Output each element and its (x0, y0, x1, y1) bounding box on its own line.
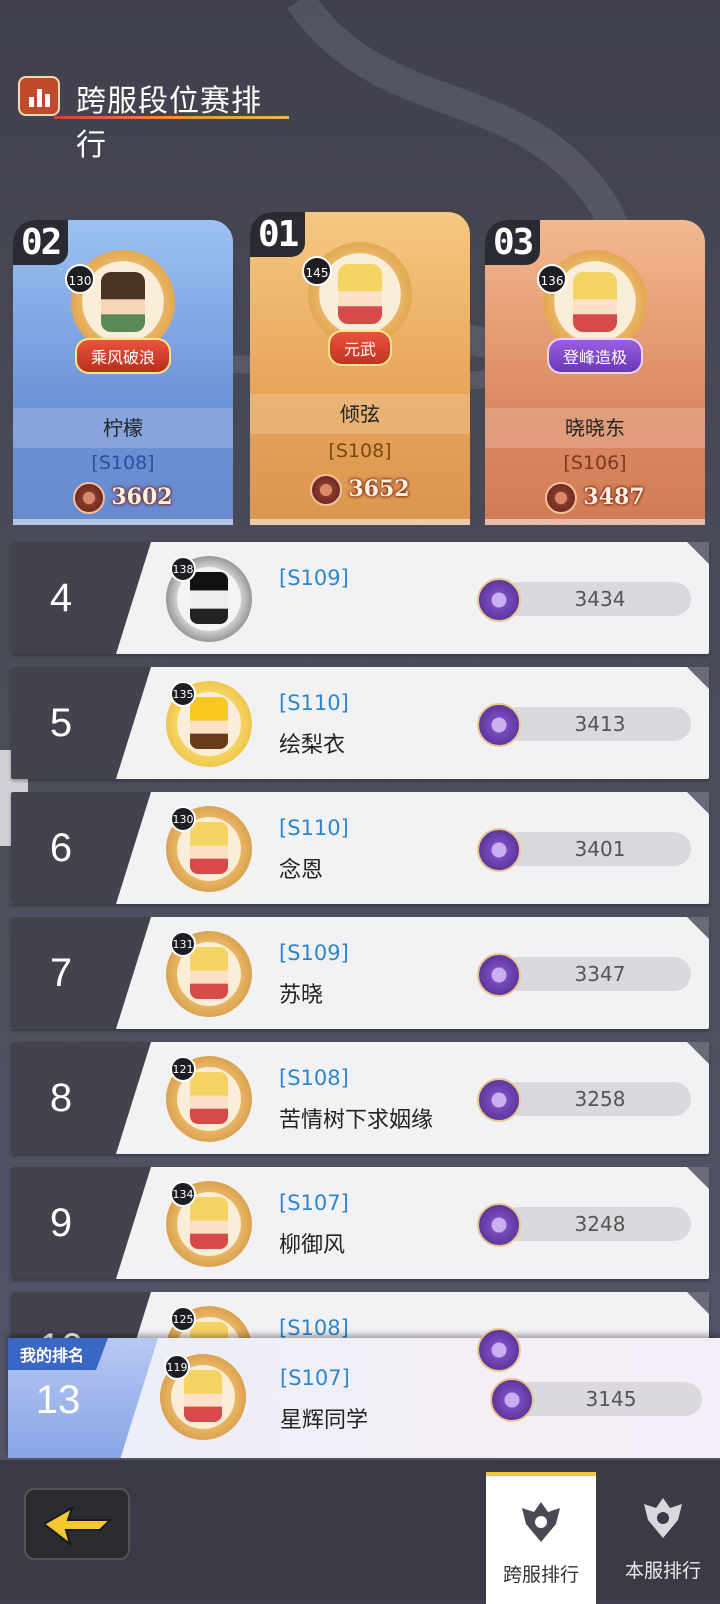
ranking-icon (18, 76, 60, 116)
player-score: 3652 (250, 474, 470, 506)
player-server: [S108] (279, 1066, 349, 1090)
title-badge: 元武 (327, 330, 393, 366)
title-badge: 乘风破浪 (74, 338, 172, 374)
player-name: 柳御风 (279, 1233, 346, 1258)
level-badge: 145 (302, 256, 332, 286)
rank-medal-icon (477, 578, 521, 622)
tab-local-server-ranking[interactable]: 本服排行 (608, 1472, 718, 1600)
row-rank-number: 6 (49, 826, 73, 870)
podium-place-number: 02 (13, 220, 69, 265)
row-rank-number: 7 (49, 951, 73, 995)
player-avatar: 135 (166, 681, 252, 767)
my-rank-row[interactable]: 我的排名 13 119 [S107] 星辉同学 3145 (8, 1338, 720, 1458)
player-score: 3248 (501, 1207, 691, 1241)
player-name: 晓晓东 (485, 408, 705, 448)
player-server: [S109] (279, 566, 349, 590)
ranking-row[interactable]: 9 134 [S107] 柳御风 3248 (11, 1167, 709, 1279)
player-score: 3258 (501, 1082, 691, 1116)
page-header: 跨服段位赛排行 (14, 70, 289, 163)
level-badge: 131 (170, 931, 196, 957)
rank-medal-icon (477, 953, 521, 997)
back-button[interactable] (24, 1488, 130, 1560)
tab-cross-server-ranking[interactable]: 跨服排行 (486, 1472, 596, 1604)
level-badge: 125 (170, 1306, 196, 1332)
rank-medal-icon (490, 1378, 534, 1422)
player-server: [S109] (279, 941, 349, 965)
player-score: 3413 (501, 707, 691, 741)
row-rank-number: 4 (49, 576, 73, 620)
level-badge: 130 (170, 806, 196, 832)
player-server: [S108] (91, 452, 155, 474)
player-server: [S110] (279, 691, 349, 715)
player-name: 苏晓 (279, 983, 324, 1008)
player-name: 念恩 (279, 858, 324, 883)
player-avatar: 119 (160, 1354, 246, 1440)
rank-medal-icon (477, 1328, 521, 1372)
player-score: 3145 (512, 1382, 702, 1416)
podium-rank-2[interactable]: 02 130 乘风破浪 柠檬 [S108] 3602 (13, 220, 233, 525)
row-rank-number: 9 (49, 1201, 73, 1245)
ranking-row[interactable]: 5 135 [S110] 绘梨衣 3413 (11, 667, 709, 779)
player-avatar: 121 (166, 1056, 252, 1142)
rank-medal-icon (310, 474, 343, 506)
rank-medal-icon (477, 1078, 521, 1122)
level-badge: 136 (537, 264, 567, 294)
player-server: [S110] (279, 816, 349, 840)
row-rank-number: 8 (49, 1076, 73, 1120)
back-arrow-icon (44, 1505, 113, 1547)
level-badge: 134 (170, 1181, 196, 1207)
player-server: [S108] (328, 440, 392, 462)
rank-medal-icon (73, 482, 106, 514)
bottom-bar: 跨服排行 本服排行 (0, 1460, 720, 1604)
rank-medal-icon (545, 482, 578, 514)
player-name: 绘梨衣 (279, 733, 346, 758)
player-server: [S108] (279, 1316, 349, 1340)
ranking-row[interactable]: 4 138 [S109] 3434 (11, 542, 709, 654)
tab-label: 本服排行 (624, 1560, 701, 1582)
podium-place-number: 03 (485, 220, 541, 265)
title-badge: 登峰造极 (546, 338, 644, 374)
level-badge: 138 (170, 556, 196, 582)
level-badge: 119 (164, 1354, 190, 1380)
podium-place-number: 01 (250, 212, 306, 257)
player-score: 3401 (501, 832, 691, 866)
player-server: [S106] (563, 452, 627, 474)
player-name: 柠檬 (13, 408, 233, 448)
ranking-row[interactable]: 8 121 [S108] 苦情树下求姻缘 3258 (11, 1042, 709, 1154)
player-avatar: 131 (166, 931, 252, 1017)
player-name: 星辉同学 (280, 1408, 369, 1433)
level-badge: 130 (65, 264, 95, 294)
player-score: 3347 (501, 957, 691, 991)
ranking-row[interactable]: 6 130 [S110] 念恩 3401 (11, 792, 709, 904)
level-badge: 121 (170, 1056, 196, 1082)
ranking-row[interactable]: 7 131 [S109] 苏晓 3347 (11, 917, 709, 1029)
player-avatar: 130 (166, 806, 252, 892)
podium-rank-1[interactable]: 01 145 元武 倾弦 [S108] 3652 (250, 212, 470, 525)
player-avatar: 134 (166, 1181, 252, 1267)
rank-medal-icon (477, 828, 521, 872)
player-name: 倾弦 (250, 394, 470, 434)
page-title: 跨服段位赛排行 (76, 84, 262, 163)
level-badge: 135 (170, 681, 196, 707)
title-underline (54, 116, 289, 119)
player-name: 苦情树下求姻缘 (279, 1108, 434, 1133)
player-avatar: 138 (166, 556, 252, 642)
player-score: 3434 (501, 582, 691, 616)
crown-shield-icon (644, 1498, 682, 1538)
rank-medal-icon (477, 1203, 521, 1247)
tab-label: 跨服排行 (502, 1564, 579, 1586)
player-server: [S107] (280, 1366, 350, 1390)
rank-medal-icon (477, 703, 521, 747)
row-rank-number: 5 (49, 701, 73, 745)
player-score: 3602 (13, 482, 233, 514)
player-score: 3487 (485, 482, 705, 514)
crown-shield-icon (522, 1502, 560, 1542)
my-rank-number: 13 (35, 1378, 81, 1422)
player-server: [S107] (279, 1191, 349, 1215)
podium-rank-3[interactable]: 03 136 登峰造极 晓晓东 [S106] 3487 (485, 220, 705, 525)
